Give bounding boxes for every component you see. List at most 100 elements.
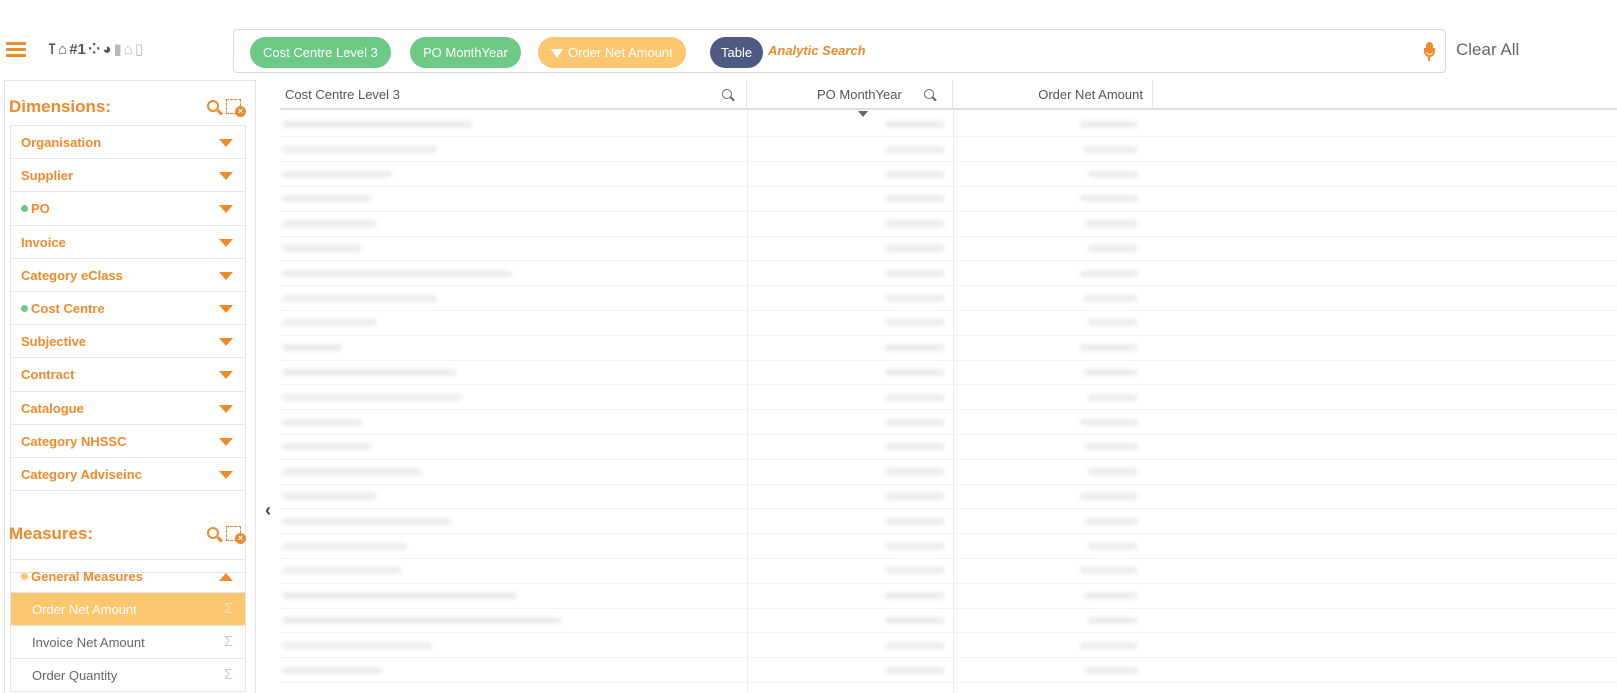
table-row[interactable]: [280, 162, 1617, 187]
dimension-label: Category Adviseinc: [21, 466, 142, 482]
analytic-search-placeholder[interactable]: Analytic Search: [768, 43, 866, 58]
dimension-label: Invoice: [21, 234, 66, 250]
dimension-cost-centre[interactable]: Cost Centre: [11, 290, 245, 324]
number-icon[interactable]: #1: [69, 40, 86, 60]
dimension-label: Organisation: [21, 135, 102, 150]
dimension-po[interactable]: PO: [11, 191, 245, 224]
table-row[interactable]: [280, 211, 1617, 237]
cost-centre-cell: [282, 493, 377, 500]
dimension-category-eclass[interactable]: Category eClass: [11, 257, 245, 291]
order-net-amount-cell: [1084, 145, 1138, 153]
dimension-catalogue[interactable]: Catalogue: [11, 390, 245, 424]
table-type-icon[interactable]: ⊺: [48, 40, 56, 60]
sigma-icon: Σ: [223, 633, 233, 651]
table-row[interactable]: [280, 434, 1617, 460]
microphone-icon[interactable]: [1423, 42, 1435, 62]
hamburger-menu-icon[interactable]: [6, 42, 26, 58]
table-row[interactable]: [280, 633, 1617, 659]
table-row[interactable]: [280, 236, 1617, 262]
sigma-icon: Σ: [223, 666, 233, 684]
chip-table[interactable]: Table: [710, 37, 764, 68]
dimension-label: Cost Centre: [21, 301, 105, 316]
mixed-chart-icon[interactable]: ▯: [135, 40, 143, 60]
sigma-icon: Σ: [223, 600, 233, 618]
column-search-icon[interactable]: [924, 89, 937, 102]
dimension-contract[interactable]: Contract: [11, 357, 245, 390]
cost-centre-cell: [282, 195, 372, 203]
po-monthyear-cell: [885, 666, 945, 674]
kpi-icon[interactable]: ⌂: [58, 40, 67, 60]
dimension-subjective[interactable]: Subjective: [11, 324, 245, 357]
po-monthyear-cell: [885, 393, 945, 401]
measure-group-label: General Measures: [21, 569, 143, 584]
dimension-category-nhssc[interactable]: Category NHSSC: [11, 423, 245, 457]
chevron-down-icon: [219, 404, 233, 413]
search-icon[interactable]: [207, 526, 224, 543]
analytic-search-box[interactable]: Cost Centre Level 3 PO MonthYear Order N…: [233, 29, 1446, 73]
table-row[interactable]: [280, 310, 1617, 336]
chip-cost-centre-level-3[interactable]: Cost Centre Level 3: [250, 37, 391, 68]
table-row[interactable]: [280, 137, 1617, 163]
clear-all-button[interactable]: Clear All: [1456, 40, 1519, 60]
measures-title: Measures:: [9, 524, 94, 543]
bar-icon[interactable]: ▮: [114, 40, 122, 60]
table-row[interactable]: [280, 658, 1617, 683]
table-row[interactable]: [280, 459, 1617, 485]
dimension-organisation[interactable]: Organisation: [11, 125, 245, 158]
scatter-icon[interactable]: ⁘: [88, 40, 101, 60]
cost-centre-cell: [282, 468, 422, 476]
measure-order-quantity[interactable]: Order Quantity Σ: [11, 658, 245, 691]
table-row[interactable]: [280, 335, 1617, 361]
table-row[interactable]: [280, 608, 1617, 634]
cost-centre-cell: [282, 121, 472, 128]
table-row[interactable]: [280, 286, 1617, 311]
pie-icon[interactable]: ◕: [102, 40, 111, 60]
po-monthyear-cell: [885, 170, 945, 178]
measure-invoice-net-amount[interactable]: Invoice Net Amount Σ: [11, 625, 245, 658]
chip-po-monthyear[interactable]: PO MonthYear: [410, 37, 521, 68]
column-header-po-monthyear[interactable]: PO MonthYear: [747, 80, 953, 110]
chip-order-net-amount[interactable]: Order Net Amount: [538, 37, 686, 68]
table-row[interactable]: [280, 360, 1617, 386]
combo-icon[interactable]: ⌂: [124, 40, 133, 60]
order-net-amount-cell: [1080, 567, 1138, 575]
clear-selection-icon[interactable]: ×: [226, 99, 246, 117]
order-net-amount-cell: [1088, 468, 1138, 476]
order-net-amount-cell: [1088, 170, 1138, 178]
clear-selection-icon[interactable]: ×: [226, 526, 246, 544]
order-net-amount-cell: [1080, 493, 1138, 500]
order-net-amount-cell: [1080, 121, 1138, 128]
chevron-up-icon: [219, 573, 233, 581]
table-row[interactable]: [280, 410, 1617, 435]
po-monthyear-cell: [885, 641, 945, 649]
column-header-label: Order Net Amount: [1038, 87, 1143, 102]
table-row[interactable]: [280, 261, 1617, 287]
table-row[interactable]: [280, 534, 1617, 559]
search-icon[interactable]: [207, 99, 224, 116]
dimension-category-adviseinc[interactable]: Category Adviseinc: [11, 456, 245, 490]
column-header-order-net-amount[interactable]: Order Net Amount: [953, 80, 1153, 110]
table-row[interactable]: [280, 558, 1617, 584]
table-row[interactable]: [280, 186, 1617, 212]
table-row[interactable]: [280, 509, 1617, 535]
po-monthyear-cell: [885, 567, 945, 575]
chart-type-icons: ⊺ ⌂ #1 ⁘ ◕ ▮ ⌂ ▯: [48, 39, 143, 61]
collapse-sidebar-icon[interactable]: ‹: [265, 500, 271, 521]
dimension-supplier[interactable]: Supplier: [11, 158, 245, 191]
order-net-amount-cell: [1080, 269, 1138, 277]
table-row[interactable]: [280, 583, 1617, 609]
dimension-label: Category eClass: [21, 267, 123, 283]
measure-order-net-amount[interactable]: Order Net Amount Σ: [11, 592, 245, 626]
cost-centre-cell: [282, 145, 437, 153]
dimension-invoice[interactable]: Invoice: [11, 224, 245, 258]
table-row[interactable]: [280, 385, 1617, 411]
measure-group-general[interactable]: General Measures: [11, 559, 245, 592]
table-row[interactable]: [280, 112, 1617, 138]
cost-centre-cell: [282, 443, 372, 451]
chevron-down-icon: [219, 271, 233, 280]
table-row[interactable]: [280, 484, 1617, 510]
column-header-cost-centre-level-3[interactable]: Cost Centre Level 3: [280, 80, 747, 110]
column-header-label: Cost Centre Level 3: [285, 87, 400, 102]
column-search-icon[interactable]: [722, 89, 735, 102]
cost-centre-cell: [282, 245, 362, 252]
